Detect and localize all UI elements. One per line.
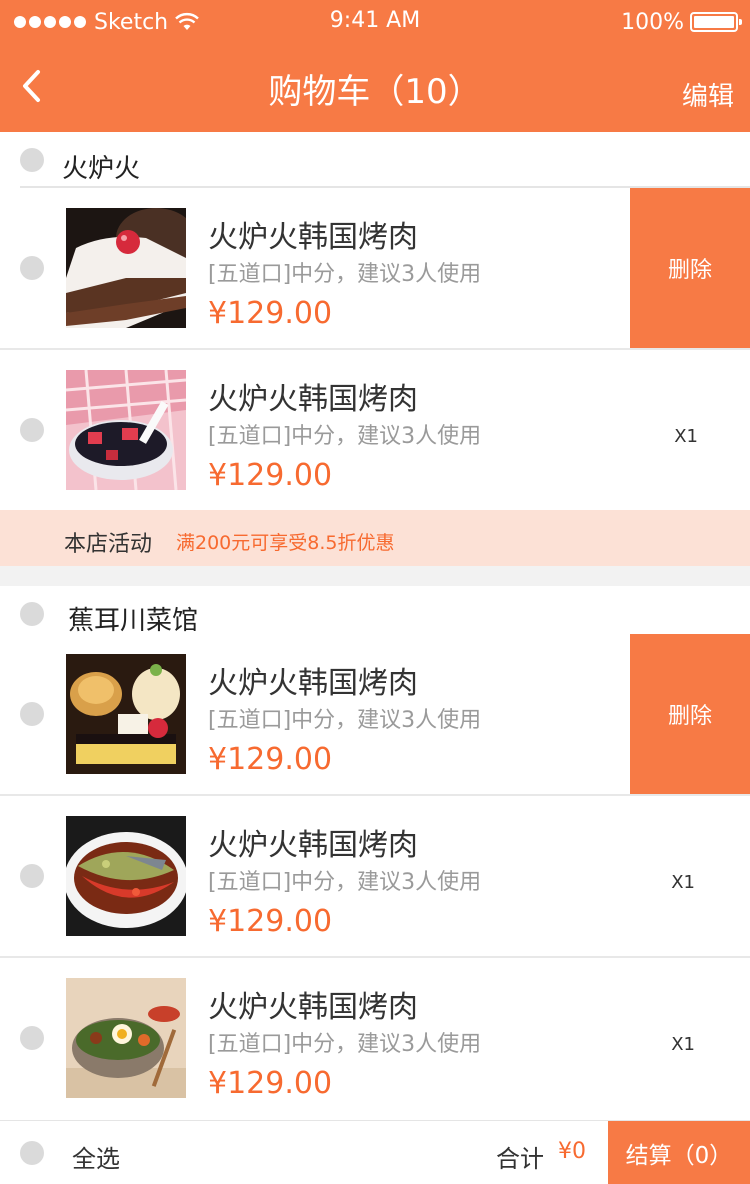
item-title: 火炉火韩国烤肉	[208, 828, 418, 863]
item-quantity: X1	[674, 426, 698, 447]
item-quantity: X1	[671, 1034, 695, 1055]
promo-text: 满200元可享受8.5折优惠	[176, 532, 395, 554]
item-thumbnail-steamed-fish-chili[interactable]	[66, 816, 186, 936]
cart-item: 火炉火韩国烤肉 [五道口]中分，建议3人使用 ¥129.00 X1	[0, 350, 750, 510]
delete-button[interactable]: 删除	[630, 634, 750, 794]
item-select-radio[interactable]	[20, 418, 44, 442]
edit-button[interactable]: 编辑	[682, 76, 734, 113]
app-header: Sketch 9:41 AM 100% 购物车（10） 编辑	[0, 0, 750, 132]
shop-select-radio[interactable]	[20, 148, 44, 172]
item-thumbnail-strawberry-cake[interactable]	[66, 208, 186, 328]
item-price: ¥129.00	[208, 904, 333, 939]
item-select-radio[interactable]	[20, 256, 44, 280]
item-price: ¥129.00	[208, 742, 333, 777]
item-thumbnail-bibimbap-bowl[interactable]	[66, 978, 186, 1098]
cart-item: 火炉火韩国烤肉 [五道口]中分，建议3人使用 ¥129.00 X1	[0, 958, 750, 1118]
select-all-radio[interactable]	[20, 1141, 44, 1165]
item-title: 火炉火韩国烤肉	[208, 382, 418, 417]
shop-name: 蕉耳川菜馆	[68, 606, 199, 636]
item-thumbnail-grass-jelly-dessert[interactable]	[66, 370, 186, 490]
item-title: 火炉火韩国烤肉	[208, 990, 418, 1025]
checkout-button[interactable]: 结算（0）	[608, 1121, 750, 1184]
battery-icon	[690, 12, 742, 32]
cart-item: 火炉火韩国烤肉 [五道口]中分，建议3人使用 ¥129.00 X1	[0, 796, 750, 958]
item-quantity: X1	[671, 872, 695, 893]
total-value: ¥0	[558, 1139, 586, 1164]
item-description: [五道口]中分，建议3人使用	[208, 424, 482, 449]
item-price: ¥129.00	[208, 458, 333, 493]
section-gap	[0, 566, 750, 586]
item-title: 火炉火韩国烤肉	[208, 666, 418, 701]
select-all-label[interactable]: 全选	[72, 1139, 120, 1174]
shop-header-1: 火炉火	[0, 132, 750, 188]
page-title: 购物车（10）	[268, 72, 482, 112]
delete-button[interactable]: 删除	[630, 188, 750, 348]
store-promotion-banner: 本店活动 满200元可享受8.5折优惠	[0, 510, 750, 566]
cart-item: 火炉火韩国烤肉 [五道口]中分，建议3人使用 ¥129.00 删除	[0, 634, 750, 796]
item-description: [五道口]中分，建议3人使用	[208, 262, 482, 287]
item-description: [五道口]中分，建议3人使用	[208, 870, 482, 895]
total-label: 合计	[496, 1145, 544, 1173]
item-price: ¥129.00	[208, 1066, 333, 1101]
shop-select-radio[interactable]	[20, 602, 44, 626]
item-thumbnail-pastry-platter[interactable]	[66, 654, 186, 774]
status-bar: Sketch 9:41 AM 100%	[0, 0, 750, 44]
item-select-radio[interactable]	[20, 864, 44, 888]
checkout-bar: 全选 合计 ¥0 结算（0）	[0, 1120, 750, 1184]
item-price: ¥129.00	[208, 296, 333, 331]
item-description: [五道口]中分，建议3人使用	[208, 708, 482, 733]
item-title: 火炉火韩国烤肉	[208, 220, 418, 255]
status-right: 100%	[621, 8, 742, 36]
cart-item: 火炉火韩国烤肉 [五道口]中分，建议3人使用 ¥129.00 删除	[0, 188, 750, 350]
nav-bar: 购物车（10） 编辑	[0, 44, 750, 132]
promo-label: 本店活动	[64, 532, 153, 557]
item-select-radio[interactable]	[20, 702, 44, 726]
shop-name: 火炉火	[62, 154, 141, 184]
item-select-radio[interactable]	[20, 1026, 44, 1050]
item-description: [五道口]中分，建议3人使用	[208, 1032, 482, 1057]
battery-percent: 100%	[621, 9, 684, 35]
